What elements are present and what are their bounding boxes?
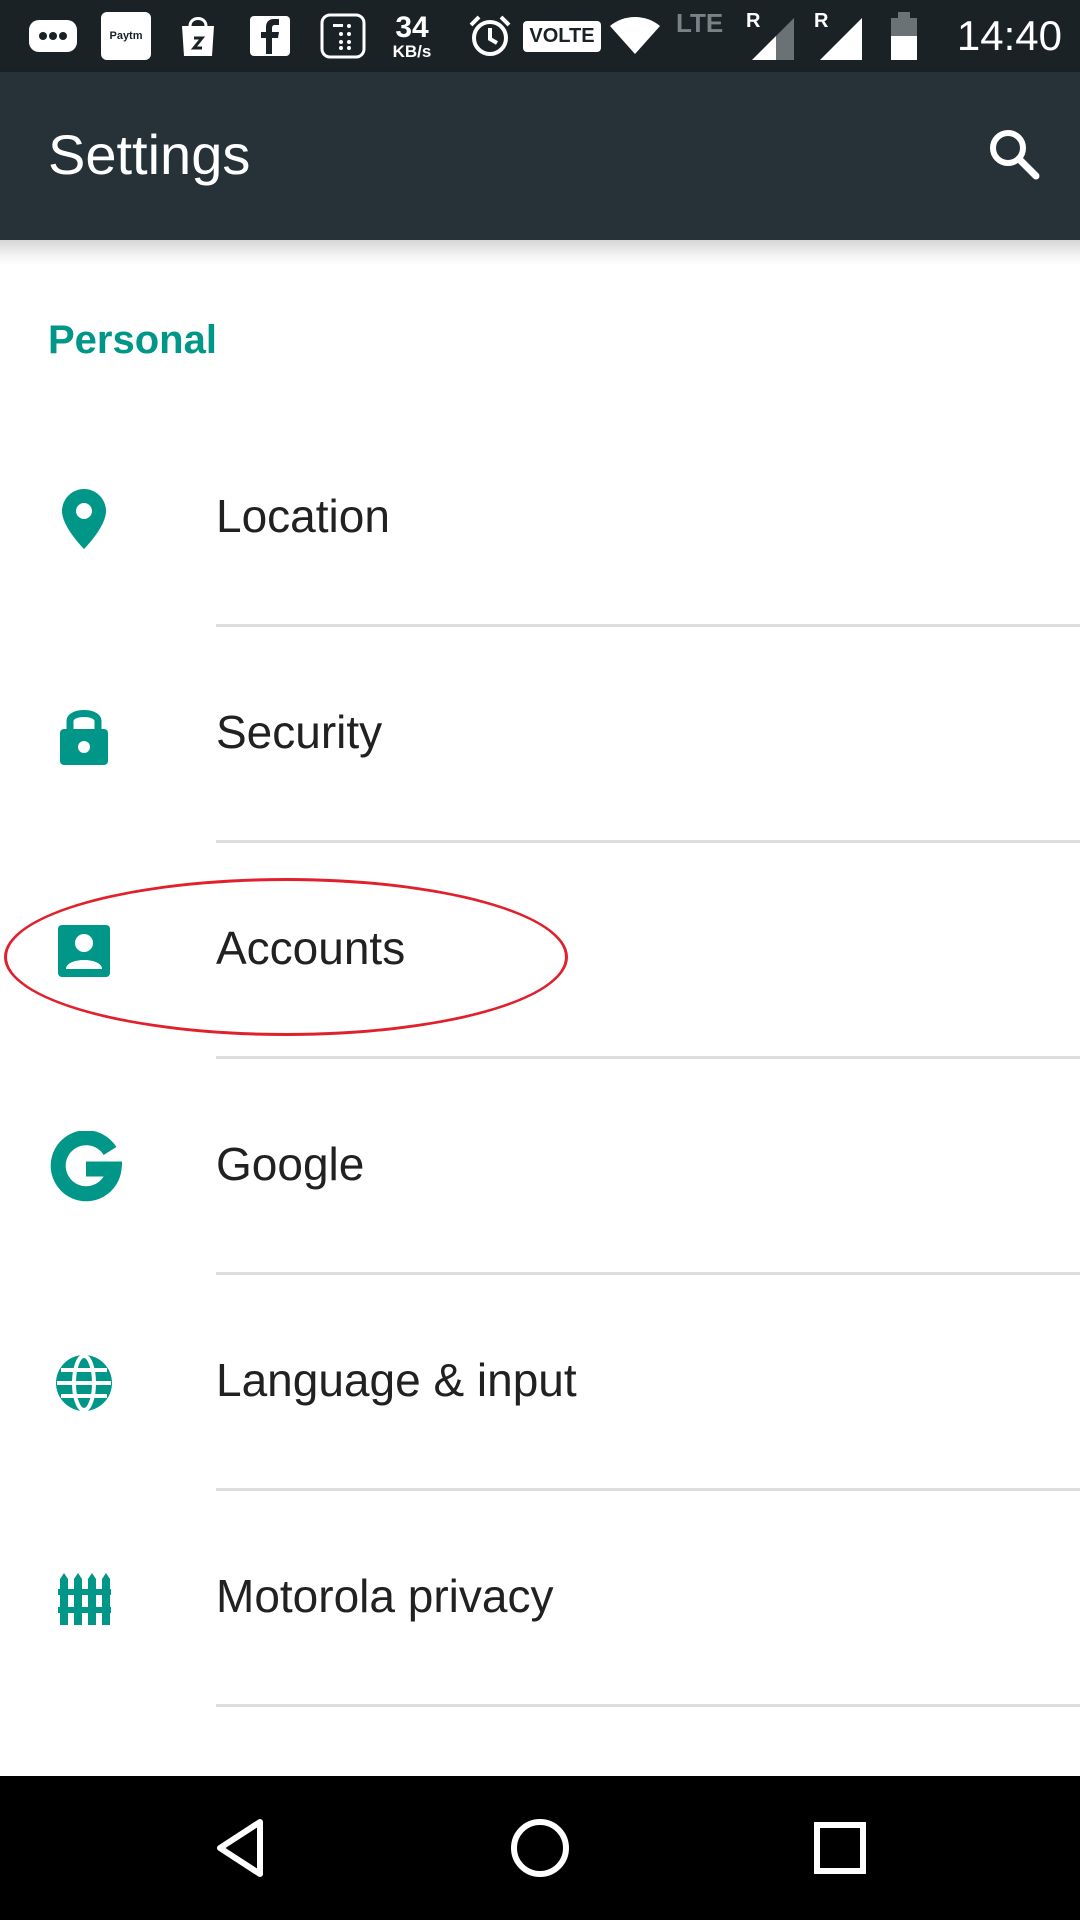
app-bar-shadow bbox=[0, 240, 1080, 266]
settings-item-label: Motorola privacy bbox=[216, 1570, 554, 1622]
location-pin-icon bbox=[48, 483, 120, 555]
paytm-label: Paytm bbox=[109, 30, 143, 42]
page-title: Settings bbox=[48, 123, 251, 186]
calculator-app-icon bbox=[316, 0, 370, 72]
network-speed-unit: KB/s bbox=[392, 41, 432, 61]
signal-strength-icon-2: R bbox=[808, 0, 872, 72]
fence-icon bbox=[48, 1563, 120, 1635]
highlight-annotation bbox=[4, 878, 568, 1036]
settings-item-label: Security bbox=[216, 706, 383, 758]
clock-time: 14:40 bbox=[956, 12, 1062, 59]
globe-icon bbox=[48, 1347, 120, 1419]
roaming-label-1: R bbox=[746, 10, 761, 32]
settings-item-google[interactable]: Google bbox=[0, 1059, 1080, 1275]
recents-button[interactable] bbox=[792, 1800, 888, 1896]
settings-item-motorola-privacy[interactable]: Motorola privacy bbox=[0, 1491, 1080, 1707]
section-header-personal: Personal bbox=[48, 318, 217, 362]
app-bar: Settings bbox=[0, 72, 1080, 240]
roaming-label-2: R bbox=[814, 10, 829, 32]
status-bar: Paytm 34 KB/s VOLTE LTE R R 14:40 bbox=[0, 0, 1080, 72]
volte-badge: VOLTE bbox=[523, 0, 601, 72]
back-button[interactable] bbox=[192, 1800, 288, 1896]
network-speed: 34 KB/s bbox=[384, 0, 440, 72]
home-circle-icon bbox=[511, 1819, 569, 1877]
settings-item-language-input[interactable]: Language & input bbox=[0, 1275, 1080, 1491]
settings-item-label: Google bbox=[216, 1138, 365, 1190]
navigation-bar bbox=[0, 1776, 1080, 1920]
alarm-icon bbox=[464, 0, 516, 72]
settings-item-location[interactable]: Location bbox=[0, 411, 1080, 627]
signal-strength-icon-1: R bbox=[740, 0, 804, 72]
shopping-bag-icon bbox=[172, 0, 224, 72]
home-button[interactable] bbox=[492, 1800, 588, 1896]
network-speed-value: 34 bbox=[395, 10, 429, 44]
settings-item-security[interactable]: Security bbox=[0, 627, 1080, 843]
wifi-icon bbox=[606, 0, 664, 72]
messages-notification-icon bbox=[24, 0, 82, 72]
recents-square-icon bbox=[814, 1822, 866, 1874]
settings-item-label: Location bbox=[216, 490, 390, 542]
divider bbox=[216, 1704, 1080, 1707]
search-button[interactable] bbox=[978, 118, 1050, 190]
paytm-notification-icon: Paytm bbox=[98, 0, 154, 72]
back-triangle-icon bbox=[217, 1819, 263, 1877]
lock-icon bbox=[48, 699, 120, 771]
search-icon bbox=[990, 130, 1040, 180]
lte-label: LTE bbox=[676, 8, 724, 38]
google-g-icon bbox=[44, 1125, 128, 1209]
lte-indicator: LTE bbox=[676, 0, 732, 80]
volte-label: VOLTE bbox=[529, 24, 595, 47]
facebook-icon bbox=[244, 0, 296, 72]
clock: 14:40 bbox=[946, 0, 1062, 72]
settings-item-label: Language & input bbox=[216, 1354, 577, 1406]
battery-icon bbox=[884, 0, 924, 72]
